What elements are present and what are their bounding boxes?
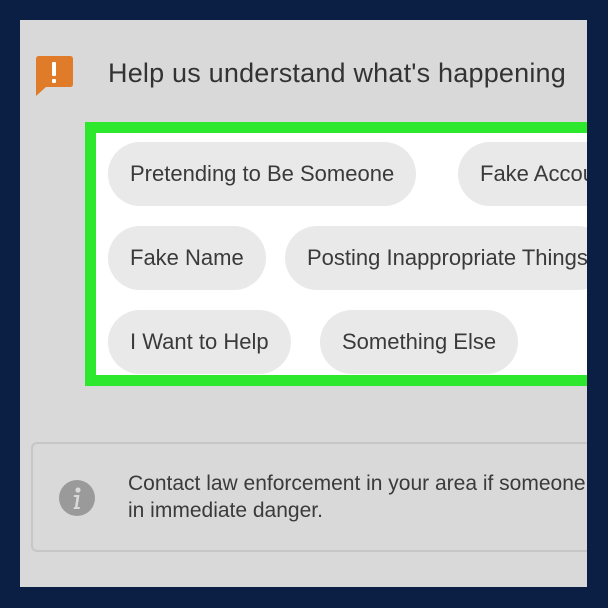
info-line-2: in immediate danger. — [128, 499, 323, 522]
option-something-else[interactable]: Something Else — [320, 310, 519, 374]
report-options-group: Pretending to Be Someone Fake Account Fa… — [85, 122, 587, 386]
info-line-1: Contact law enforcement in your area if … — [128, 472, 587, 495]
exclamation-icon — [32, 54, 74, 96]
option-posting-inappropriate-things[interactable]: Posting Inappropriate Things — [285, 226, 587, 290]
info-message: Contact law enforcement in your area if … — [128, 470, 587, 524]
option-pretending-to-be-someone[interactable]: Pretending to Be Someone — [108, 142, 417, 206]
option-i-want-to-help[interactable]: I Want to Help — [108, 310, 291, 374]
info-icon — [59, 480, 95, 516]
option-fake-name[interactable]: Fake Name — [108, 226, 266, 290]
option-fake-account[interactable]: Fake Account — [458, 142, 587, 206]
page-title: Help us understand what's happening — [108, 58, 566, 88]
report-dialog: Help us understand what's happening Pret… — [20, 20, 587, 587]
info-notice: Contact law enforcement in your area if … — [31, 442, 587, 552]
